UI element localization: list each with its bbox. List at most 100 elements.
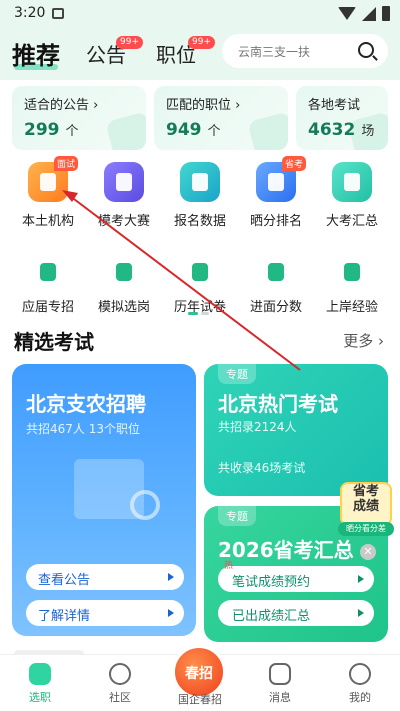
card-value: 299 个	[24, 120, 79, 140]
trophy-icon	[104, 162, 144, 202]
close-ad-icon[interactable]: ✕	[360, 544, 376, 560]
card-title: 各地考试	[308, 98, 361, 113]
section-title: 精选考试	[14, 330, 94, 354]
card-value-number: 4632	[308, 120, 356, 140]
grid-item-local-agencies[interactable]: 面试 本土机构	[10, 156, 86, 229]
card-title: 适合的公告 ›	[24, 98, 99, 113]
grid-page-indicator	[188, 312, 212, 316]
card-title: 北京支农招聘	[26, 392, 146, 416]
provincial-exam-tag: 省考	[282, 156, 307, 171]
floating-score-ad[interactable]: 省考 成绩 晒分看分差	[336, 482, 396, 538]
grid-item-score-ranking[interactable]: 省考 晒分排名	[238, 156, 314, 229]
button-label: 已出成绩汇总	[232, 609, 311, 624]
tab-messages[interactable]: 消息	[250, 663, 310, 705]
grid-label: 应届专招	[21, 300, 74, 315]
grid-item-graduate-recruit[interactable]: 应届专招	[10, 252, 86, 315]
card-title: 匹配的职位 ›	[166, 98, 241, 113]
card-title: 北京热门考试	[218, 392, 338, 416]
ad-text: 省考 成绩	[342, 484, 390, 514]
more-link[interactable]: 更多 ›	[343, 330, 384, 351]
tab-jobs[interactable]: 选职	[10, 663, 70, 705]
grid-label: 上岸经验	[325, 300, 378, 315]
topic-tag: 专题	[218, 364, 256, 384]
interview-tag: 面试	[54, 156, 79, 171]
tab-label[interactable]: 国企春招	[160, 691, 240, 707]
grid-item-interview-scores[interactable]: 进面分数	[238, 252, 314, 315]
icon-glyph	[40, 263, 56, 281]
arrow-right-icon	[168, 573, 174, 581]
arrow-right-icon	[358, 609, 364, 617]
bar-chart-icon	[180, 162, 220, 202]
grid-label: 进面分数	[249, 300, 302, 315]
tab-label: 消息	[269, 691, 291, 704]
ad-line2: 成绩	[352, 499, 379, 514]
topic-tag: 专题	[218, 506, 256, 526]
grid-item-mock-contest[interactable]: 模考大赛	[86, 162, 162, 229]
button-label: 查看公告	[38, 573, 91, 588]
trend-icon	[256, 252, 296, 292]
card-value-number: 299	[24, 120, 60, 140]
jobs-icon	[29, 663, 51, 685]
signal-icon	[362, 6, 376, 21]
grid-item-past-papers[interactable]: 历年试卷	[162, 252, 238, 315]
message-icon	[269, 663, 291, 685]
grid-label: 晒分排名	[249, 214, 302, 229]
icon-glyph	[268, 263, 284, 281]
page-dot	[201, 312, 209, 315]
page-dot-active	[188, 312, 198, 315]
card-title: 2026省考汇总	[218, 538, 354, 562]
bell-icon	[332, 162, 372, 202]
announcements-badge: 99+	[116, 36, 143, 49]
grid-label: 模考大赛	[97, 214, 150, 229]
wifi-icon	[338, 7, 356, 20]
card-unit: 个	[207, 124, 221, 139]
written-score-appointment-button[interactable]: 热 笔试成绩预约	[218, 561, 374, 592]
matched-positions-card[interactable]: 匹配的职位 › 949 个	[154, 86, 288, 150]
icon-glyph	[40, 173, 56, 191]
card-value: 4632 场	[308, 120, 374, 140]
top-header: 推荐 公告 99+ 职位 99+ 云南三支一扶	[0, 28, 400, 80]
bottom-tab-bar: 选职 社区 春招 国企春招 消息 我的	[0, 645, 400, 711]
icon-glyph	[116, 263, 132, 281]
icon-glyph	[192, 263, 208, 281]
image-notification-icon	[52, 8, 64, 19]
summary-cards: 适合的公告 › 299 个 匹配的职位 › 949 个 各地考试 4632 场	[12, 86, 388, 150]
grid-item-major-exams[interactable]: 大考汇总	[314, 162, 390, 229]
learn-more-button[interactable]: 了解详情	[26, 600, 184, 626]
search-bar[interactable]: 云南三支一扶	[222, 34, 388, 68]
profile-icon	[349, 663, 371, 685]
local-exams-card[interactable]: 各地考试 4632 场	[296, 86, 388, 150]
released-scores-button[interactable]: 已出成绩汇总	[218, 600, 374, 626]
grid-label: 模拟选岗	[97, 300, 150, 315]
card-unit: 场	[361, 124, 375, 139]
ad-strip: 晒分看分差	[338, 522, 394, 536]
cube-icon	[104, 252, 144, 292]
search-placeholder: 云南三支一扶	[238, 45, 311, 59]
graduate-icon	[28, 252, 68, 292]
tab-label: 我的	[349, 691, 371, 704]
beijing-hot-exams-card[interactable]: 专题 北京热门考试 共招录2124人 共收录46场考试	[204, 364, 388, 496]
tab-recommend[interactable]: 推荐	[12, 36, 60, 71]
card-value-number: 949	[166, 120, 202, 140]
tab-label: 社区	[109, 691, 131, 704]
grid-item-success-stories[interactable]: 上岸经验	[314, 252, 390, 315]
badge-text: 春招	[185, 666, 213, 682]
view-announcement-button[interactable]: 查看公告	[26, 564, 184, 590]
search-icon[interactable]	[358, 42, 374, 58]
card-subtitle: 共招467人 13个职位	[26, 422, 140, 436]
grid-item-registration-data[interactable]: 报名数据	[162, 162, 238, 229]
notes-icon	[332, 252, 372, 292]
positions-badge: 99+	[188, 36, 215, 49]
status-time: 3:20	[14, 5, 46, 21]
grid-label: 报名数据	[173, 214, 226, 229]
tab-profile[interactable]: 我的	[330, 663, 390, 705]
arrow-right-icon	[358, 575, 364, 583]
tab-community[interactable]: 社区	[90, 663, 150, 705]
button-label: 了解详情	[38, 609, 91, 624]
compass-icon	[109, 663, 131, 685]
grid-item-mock-position[interactable]: 模拟选岗	[86, 252, 162, 315]
icon-glyph	[344, 173, 360, 191]
beijing-agri-recruit-card[interactable]: 北京支农招聘 共招467人 13个职位 查看公告 了解详情	[12, 364, 196, 636]
suitable-announcements-card[interactable]: 适合的公告 › 299 个	[12, 86, 146, 150]
icon-glyph	[268, 173, 284, 191]
